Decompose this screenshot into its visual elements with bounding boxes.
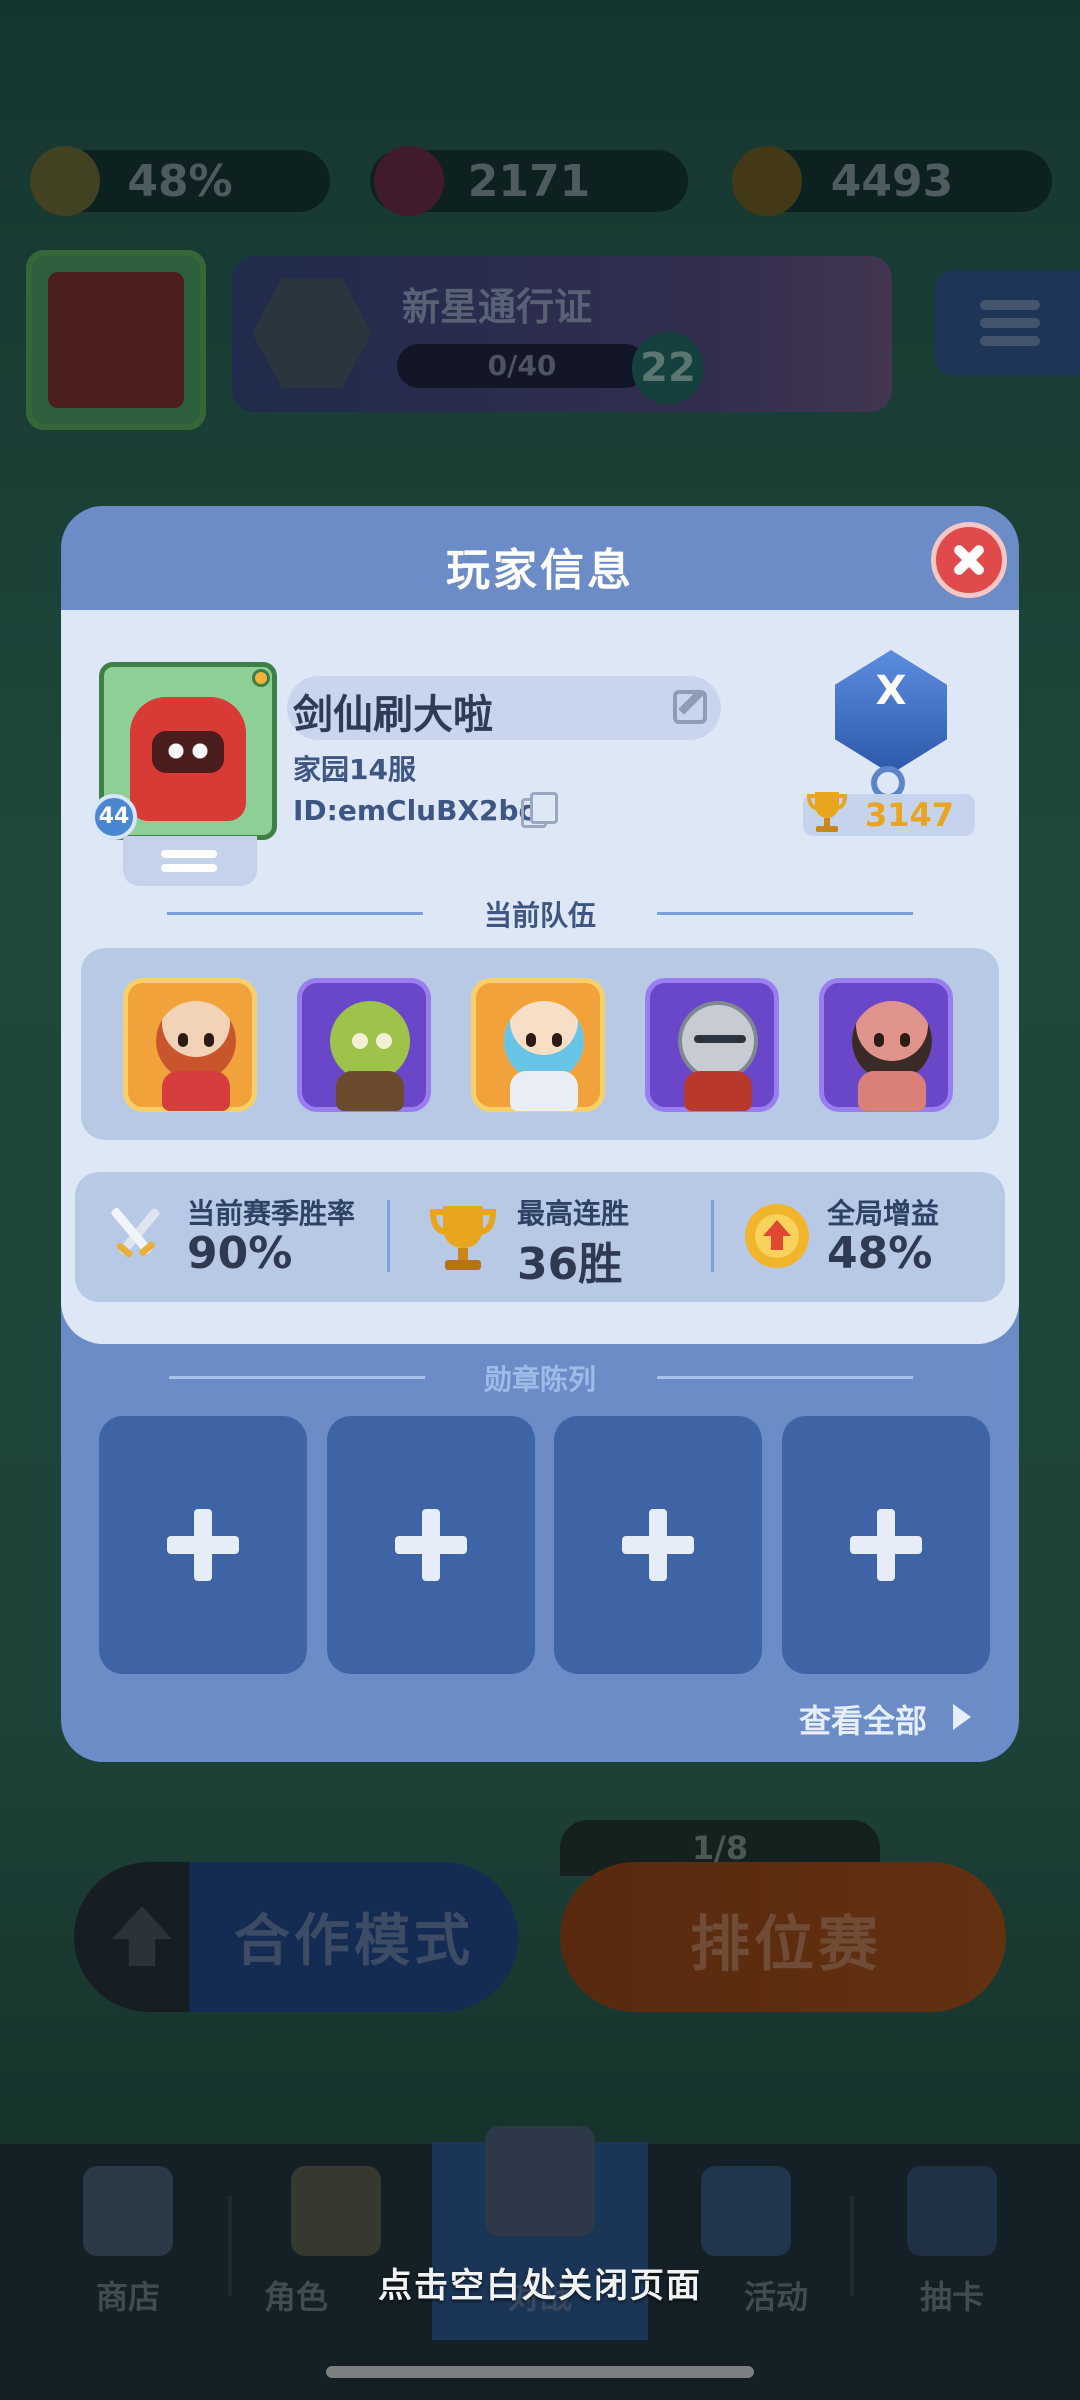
rank-letter: X	[875, 668, 907, 714]
medal-slot[interactable]	[554, 1416, 762, 1674]
stats-panel: 当前赛季胜率 90% 最高连胜 36胜 全局增益 48%	[75, 1172, 1005, 1302]
crossed-swords-icon	[111, 1207, 160, 1258]
trophy-icon	[429, 1206, 497, 1270]
stats-separator	[387, 1200, 390, 1272]
swap-arrows-icon	[161, 850, 217, 858]
player-server: 家园14服	[293, 753, 416, 786]
hero-armored-knight[interactable]	[645, 978, 779, 1112]
close-hint: 点击空白处关闭页面	[378, 2266, 702, 2306]
hero-orc-brawler[interactable]	[819, 978, 953, 1112]
streak-value: 36胜	[517, 1239, 623, 1290]
winrate-label: 当前赛季胜率	[187, 1197, 356, 1230]
robot-avatar-icon	[130, 697, 246, 821]
player-name: 剑仙刷大啦	[293, 692, 493, 738]
avatar-notification-dot	[252, 669, 270, 687]
medal-slot[interactable]	[327, 1416, 535, 1674]
crown-boost-icon	[745, 1204, 809, 1268]
home-indicator[interactable]	[326, 2366, 754, 2378]
team-panel	[81, 948, 999, 1140]
player-info-panel: 44 剑仙刷大啦 家园14服 ID:emCluBX2bc X 3147 当前队伍	[61, 610, 1019, 1344]
stats-separator	[711, 1200, 714, 1272]
boost-label: 全局增益	[827, 1197, 940, 1230]
boost-value: 48%	[827, 1228, 933, 1279]
view-all-link[interactable]: 查看全部	[799, 1696, 927, 1742]
streak-label: 最高连胜	[517, 1197, 630, 1230]
copy-id-icon[interactable]	[521, 792, 558, 828]
player-id: ID:emCluBX2bc	[293, 794, 536, 827]
trophy-count: 3147	[865, 796, 955, 834]
player-info-modal: 玩家信息 44 剑仙刷大啦 家园14服 ID:emCluBX2bc X 3147…	[61, 506, 1019, 1762]
hero-red-haired-swordsman[interactable]	[123, 978, 257, 1112]
player-level-badge: 44	[91, 794, 137, 840]
medal-slot[interactable]	[782, 1416, 990, 1674]
winrate-value: 90%	[187, 1228, 293, 1279]
team-divider-right	[657, 912, 913, 915]
swap-avatar-button[interactable]	[123, 836, 257, 886]
play-arrow-icon[interactable]	[953, 1704, 971, 1730]
trophy-icon	[806, 792, 848, 832]
edit-name-icon[interactable]	[673, 690, 707, 724]
modal-title: 玩家信息	[446, 545, 634, 596]
medal-divider-right	[657, 1376, 913, 1379]
close-button[interactable]	[931, 522, 1007, 598]
hero-goblin-engineer[interactable]	[297, 978, 431, 1112]
hero-ice-priestess[interactable]	[471, 978, 605, 1112]
medal-slot[interactable]	[99, 1416, 307, 1674]
